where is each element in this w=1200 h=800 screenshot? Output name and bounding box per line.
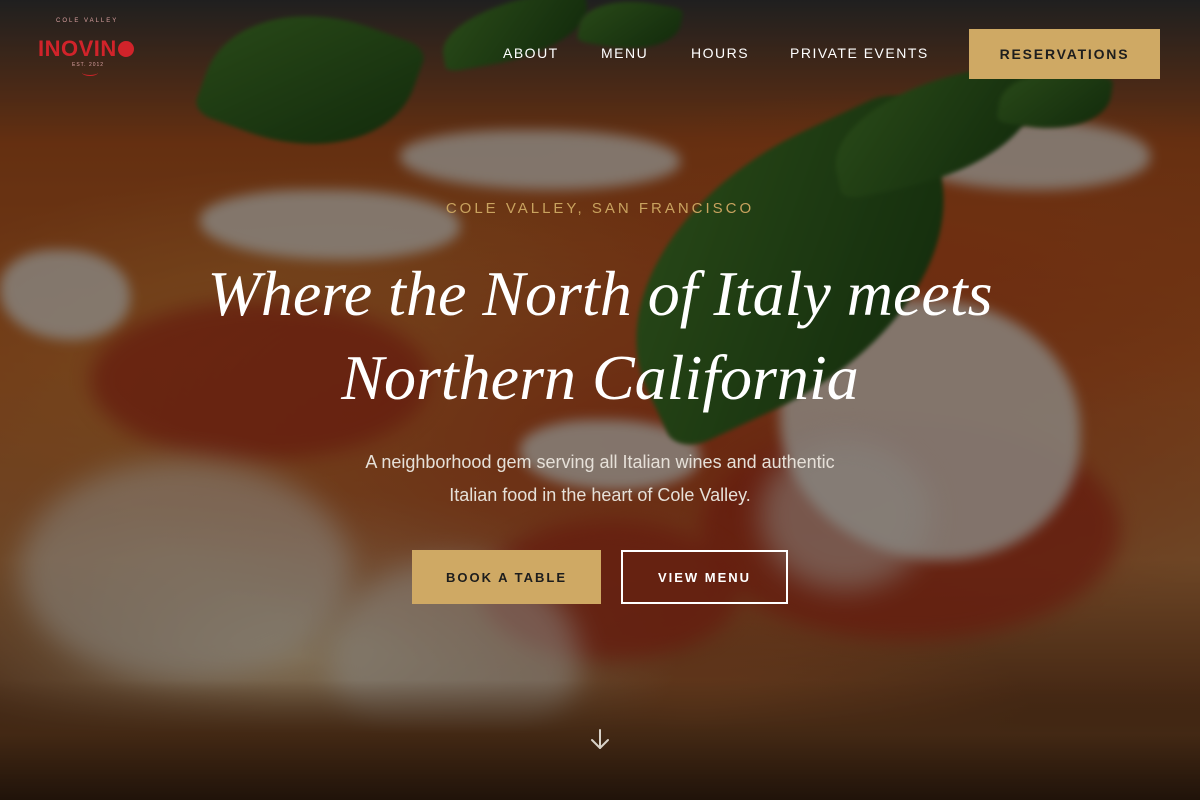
headline-line-1: Where the North of Italy meets [207, 258, 993, 329]
logo-o-mark [117, 41, 134, 57]
inovino-logo[interactable]: COLE VALLEY INOVIN EST. 2012 [38, 18, 148, 78]
logo-wordmark: INOVIN [38, 36, 134, 62]
headline-line-2: Northern California [341, 342, 859, 413]
logo-signature [82, 69, 98, 76]
subtitle-line-1: A neighborhood gem serving all Italian w… [365, 452, 835, 472]
hero-subtitle: A neighborhood gem serving all Italian w… [300, 446, 900, 512]
subtitle-line-2: Italian food in the heart of Cole Valley… [449, 485, 751, 505]
nav-about[interactable]: ABOUT [503, 45, 559, 61]
hero-headline: Where the North of Italy meets Northern … [0, 252, 1200, 420]
nav-private-events[interactable]: PRIVATE EVENTS [790, 45, 929, 61]
logo-tagline: COLE VALLEY [56, 18, 119, 24]
book-a-table-button[interactable]: BOOK A TABLE [412, 550, 601, 604]
reservations-button[interactable]: RESERVATIONS [969, 29, 1160, 79]
view-menu-button[interactable]: VIEW MENU [621, 550, 788, 604]
nav-hours[interactable]: HOURS [691, 45, 749, 61]
logo-est: EST. 2012 [72, 62, 105, 68]
nav-menu[interactable]: MENU [601, 45, 648, 61]
arrow-down-icon[interactable] [588, 726, 612, 754]
hero-eyebrow: COLE VALLEY, SAN FRANCISCO [445, 200, 755, 217]
